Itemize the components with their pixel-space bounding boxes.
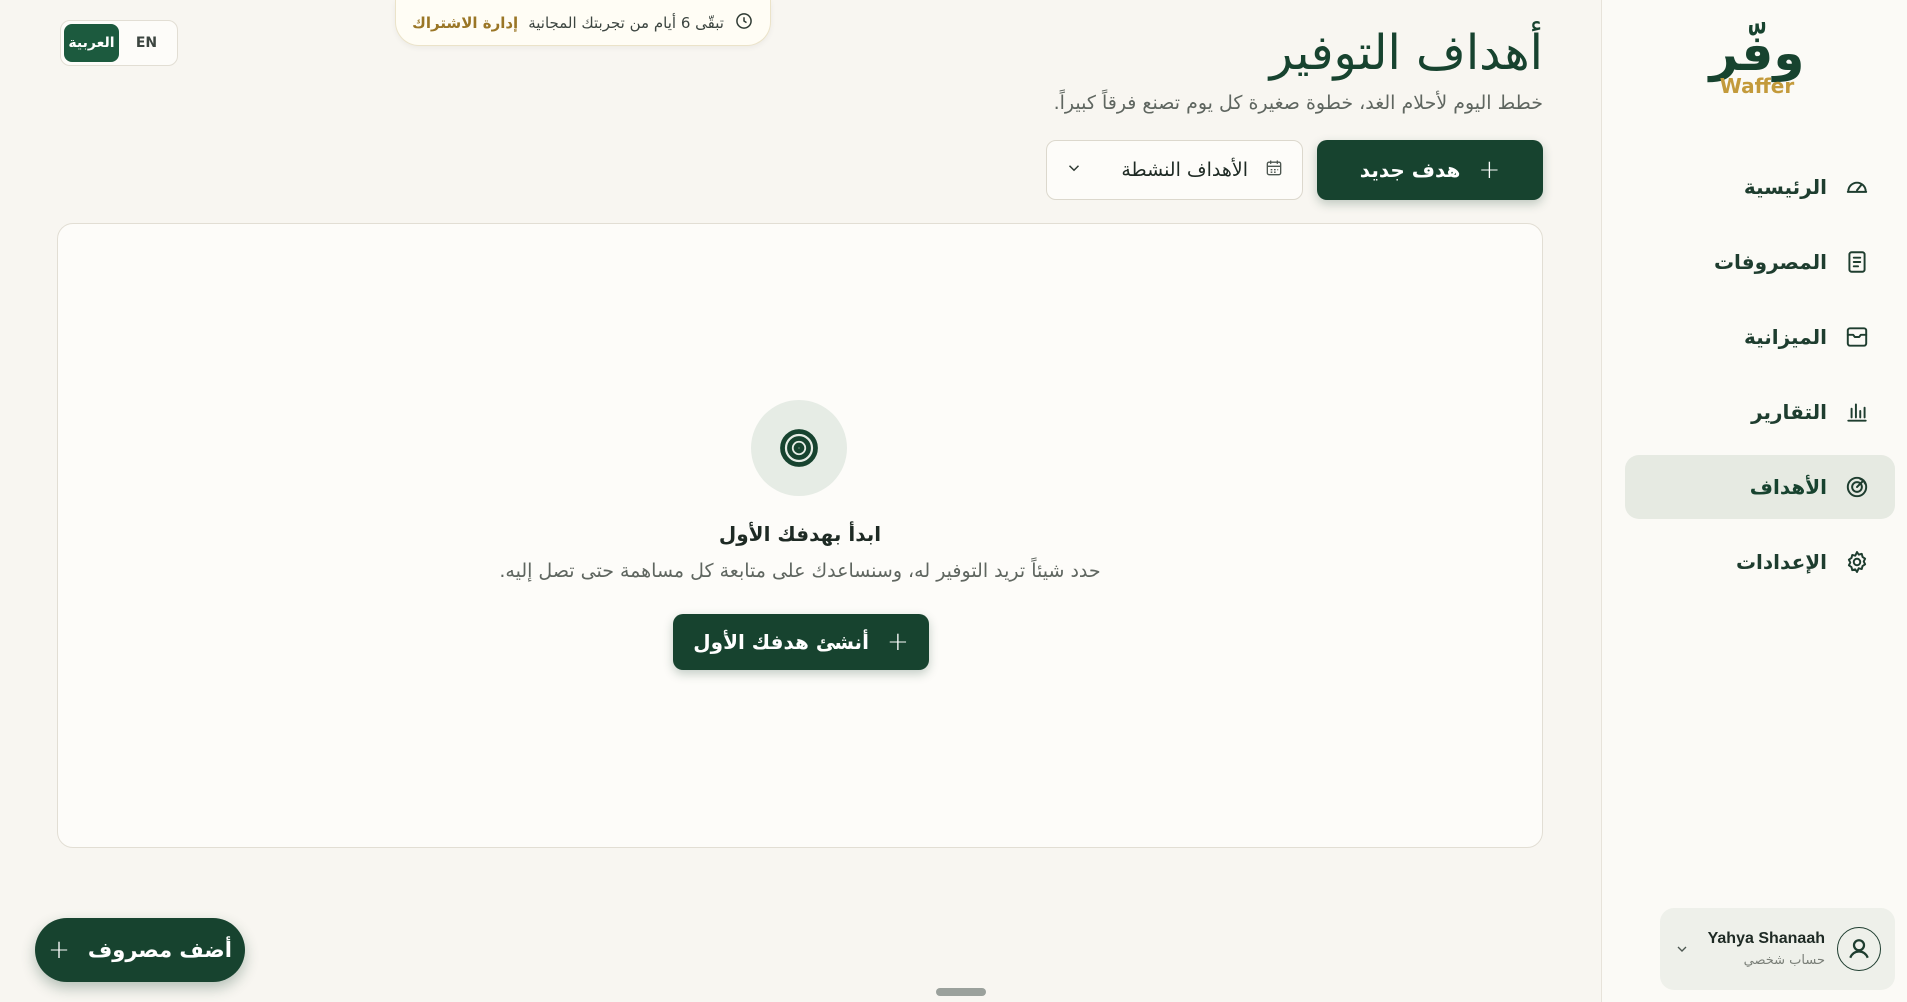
clock-icon bbox=[734, 11, 754, 35]
scroll-handle[interactable] bbox=[936, 988, 986, 996]
sidebar: وفّر Waffer الرئيسية المصروفات الميزانية… bbox=[1601, 0, 1907, 1002]
brand-logo[interactable]: وفّر Waffer bbox=[1702, 22, 1812, 108]
sidebar-nav: الرئيسية المصروفات الميزانية التقارير ال… bbox=[1625, 155, 1895, 605]
plus-icon: + bbox=[48, 935, 70, 965]
sidebar-item-home[interactable]: الرئيسية bbox=[1625, 155, 1895, 219]
new-goal-label: هدف جديد bbox=[1359, 158, 1461, 182]
target-icon bbox=[1843, 473, 1871, 501]
plus-icon: + bbox=[886, 627, 909, 657]
sidebar-item-settings[interactable]: الإعدادات bbox=[1625, 530, 1895, 594]
chevron-down-icon bbox=[1674, 941, 1690, 957]
sidebar-item-label: التقارير bbox=[1751, 400, 1827, 424]
sidebar-item-goals[interactable]: الأهداف bbox=[1625, 455, 1895, 519]
user-role: حساب شخصي bbox=[1743, 953, 1825, 968]
sidebar-item-budget[interactable]: الميزانية bbox=[1625, 305, 1895, 369]
create-first-goal-label: أنشئ هدفك الأول bbox=[693, 630, 869, 654]
add-expense-label: أضف مصروف bbox=[87, 938, 232, 962]
inbox-icon bbox=[1843, 323, 1871, 351]
filter-value: الأهداف النشطة bbox=[1121, 159, 1248, 181]
bar-chart-icon bbox=[1843, 398, 1871, 426]
new-goal-button[interactable]: + هدف جديد bbox=[1317, 140, 1543, 200]
sidebar-item-label: الإعدادات bbox=[1735, 550, 1827, 574]
receipt-icon bbox=[1843, 248, 1871, 276]
create-first-goal-button[interactable]: + أنشئ هدفك الأول bbox=[673, 614, 929, 670]
empty-state-card: ابدأ بهدفك الأول حدد شيئاً تريد التوفير … bbox=[57, 223, 1543, 848]
empty-state-description: حدد شيئاً تريد التوفير له، وسنساعدك على … bbox=[499, 560, 1101, 582]
goals-filter-select[interactable]: الأهداف النشطة bbox=[1046, 140, 1303, 200]
user-name: Yahya Shanaah bbox=[1707, 930, 1825, 947]
plus-icon: + bbox=[1478, 155, 1501, 185]
sidebar-item-label: الأهداف bbox=[1749, 475, 1827, 499]
trial-banner: تبقّى 6 أيام من تجربتك المجانية إدارة ال… bbox=[395, 0, 771, 46]
sidebar-item-reports[interactable]: التقارير bbox=[1625, 380, 1895, 444]
lang-option-ar[interactable]: العربية bbox=[64, 24, 119, 62]
target-icon bbox=[751, 400, 847, 496]
sidebar-item-label: الميزانية bbox=[1743, 325, 1827, 349]
chevron-down-icon bbox=[1065, 159, 1083, 181]
add-expense-button[interactable]: أضف مصروف + bbox=[35, 918, 245, 982]
sidebar-item-label: الرئيسية bbox=[1743, 175, 1827, 199]
lang-option-en[interactable]: EN bbox=[119, 24, 174, 62]
user-info: Yahya Shanaah حساب شخصي bbox=[1698, 930, 1825, 968]
language-toggle: العربية EN bbox=[60, 20, 178, 66]
app-root: وفّر Waffer الرئيسية المصروفات الميزانية… bbox=[0, 0, 1907, 1002]
user-menu[interactable]: Yahya Shanaah حساب شخصي bbox=[1660, 908, 1895, 990]
empty-state-title: ابدأ بهدفك الأول bbox=[718, 522, 882, 546]
sidebar-item-label: المصروفات bbox=[1713, 250, 1827, 274]
sidebar-item-expenses[interactable]: المصروفات bbox=[1625, 230, 1895, 294]
main-content: أهداف التوفير خطط اليوم لأحلام الغد، خطو… bbox=[0, 0, 1601, 1002]
trial-remaining-text: تبقّى 6 أيام من تجربتك المجانية bbox=[528, 13, 724, 32]
page-title: أهداف التوفير bbox=[1269, 25, 1543, 81]
gauge-icon bbox=[1843, 173, 1871, 201]
page-subtitle: خطط اليوم لأحلام الغد، خطوة صغيرة كل يوم… bbox=[1053, 92, 1543, 114]
gear-icon bbox=[1843, 548, 1871, 576]
user-avatar-icon bbox=[1837, 927, 1881, 971]
calendar-icon bbox=[1264, 158, 1284, 182]
manage-subscription-link[interactable]: إدارة الاشتراك bbox=[412, 14, 518, 32]
